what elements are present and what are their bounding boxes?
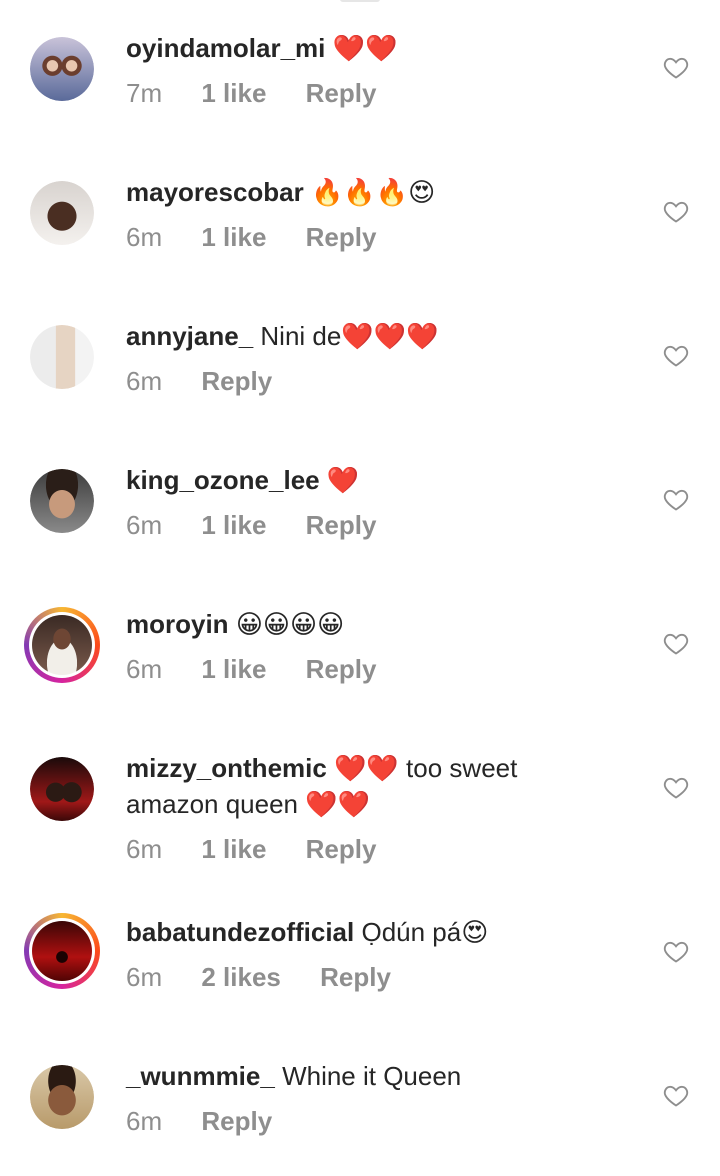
heart-outline-icon[interactable]	[662, 485, 690, 513]
comment-line: _wunmmie_ Whine it Queen	[126, 1058, 596, 1094]
heart-outline-icon[interactable]	[662, 773, 690, 801]
comment-line: annyjane_ Nini de❤️❤️❤️	[126, 318, 596, 354]
avatar[interactable]	[30, 1065, 94, 1129]
reply-button[interactable]: Reply	[306, 78, 377, 108]
avatar[interactable]	[30, 325, 94, 389]
emoji: ❤️❤️❤️	[341, 321, 439, 351]
heart-outline-icon[interactable]	[662, 197, 690, 225]
comment-meta: 6m 1 like Reply	[126, 507, 408, 543]
reply-button[interactable]: Reply	[306, 510, 377, 540]
likes-count[interactable]: 2 likes	[201, 962, 281, 992]
username[interactable]: annyjane_	[126, 321, 253, 351]
timestamp: 6m	[126, 834, 163, 864]
comment-text: Ọdún pá	[361, 917, 462, 947]
emoji: ❤️	[326, 465, 360, 495]
comment-text: Nini de	[260, 321, 342, 351]
avatar[interactable]	[30, 757, 94, 821]
comment-meta: 7m 1 like Reply	[126, 75, 408, 111]
timestamp: 6m	[126, 366, 163, 396]
reply-button[interactable]: Reply	[201, 1106, 272, 1136]
emoji: ❤️❤️	[305, 789, 371, 819]
heart-outline-icon[interactable]	[662, 53, 690, 81]
likes-count[interactable]: 1 like	[201, 510, 266, 540]
avatar[interactable]	[30, 469, 94, 533]
heart-outline-icon[interactable]	[662, 629, 690, 657]
username[interactable]: king_ozone_lee	[126, 465, 320, 495]
comment-meta: 6m 1 like Reply	[126, 219, 408, 255]
likes-count[interactable]: 1 like	[201, 222, 266, 252]
timestamp: 7m	[126, 78, 163, 108]
comment-meta: 6m 1 like Reply	[126, 831, 408, 867]
likes-count[interactable]: 1 like	[201, 834, 266, 864]
avatar[interactable]	[24, 607, 100, 683]
heart-outline-icon[interactable]	[662, 341, 690, 369]
reply-button[interactable]: Reply	[320, 962, 391, 992]
likes-count[interactable]: 1 like	[201, 78, 266, 108]
timestamp: 6m	[126, 222, 163, 252]
comment-line: oyindamolar_mi ❤️❤️	[126, 30, 596, 66]
username[interactable]: _wunmmie_	[126, 1061, 275, 1091]
username[interactable]: mizzy_onthemic	[126, 753, 327, 783]
username[interactable]: moroyin	[126, 609, 229, 639]
comment-line: mizzy_onthemic ❤️❤️ too sweet amazon que…	[126, 750, 596, 822]
reply-button[interactable]: Reply	[201, 366, 272, 396]
timestamp: 6m	[126, 510, 163, 540]
emoji: ❤️❤️	[332, 33, 398, 63]
comment-line: mayorescobar 🔥🔥🔥😍	[126, 174, 596, 210]
reply-button[interactable]: Reply	[306, 654, 377, 684]
comment-text: Whine it Queen	[282, 1061, 462, 1091]
username[interactable]: babatundezofficial	[126, 917, 354, 947]
comment-line: moroyin 😀😀😀😀	[126, 606, 596, 642]
comment-meta: 6m 1 like Reply	[126, 651, 408, 687]
reply-button[interactable]: Reply	[306, 222, 377, 252]
timestamp: 6m	[126, 654, 163, 684]
comment-line: babatundezofficial Ọdún pá😍	[126, 914, 596, 950]
likes-count[interactable]: 1 like	[201, 654, 266, 684]
heart-outline-icon[interactable]	[662, 1081, 690, 1109]
avatar[interactable]	[30, 37, 94, 101]
avatar[interactable]	[24, 913, 100, 989]
avatar[interactable]	[30, 181, 94, 245]
comment-meta: 6m 2 likes Reply	[126, 959, 423, 995]
emoji: 😍	[461, 917, 489, 947]
reply-button[interactable]: Reply	[306, 834, 377, 864]
username[interactable]: mayorescobar	[126, 177, 304, 207]
heart-outline-icon[interactable]	[662, 937, 690, 965]
emoji: ❤️❤️	[334, 753, 399, 783]
comment-line: king_ozone_lee ❤️	[126, 462, 596, 498]
timestamp: 6m	[126, 1106, 163, 1136]
comment-meta: 6m Reply	[126, 363, 304, 399]
emoji: 🔥🔥🔥😍	[311, 177, 436, 207]
timestamp: 6m	[126, 962, 163, 992]
emoji: 😀😀😀😀	[235, 609, 345, 639]
username[interactable]: oyindamolar_mi	[126, 33, 325, 63]
previous-item-edge	[340, 0, 380, 2]
comment-meta: 6m Reply	[126, 1103, 304, 1139]
